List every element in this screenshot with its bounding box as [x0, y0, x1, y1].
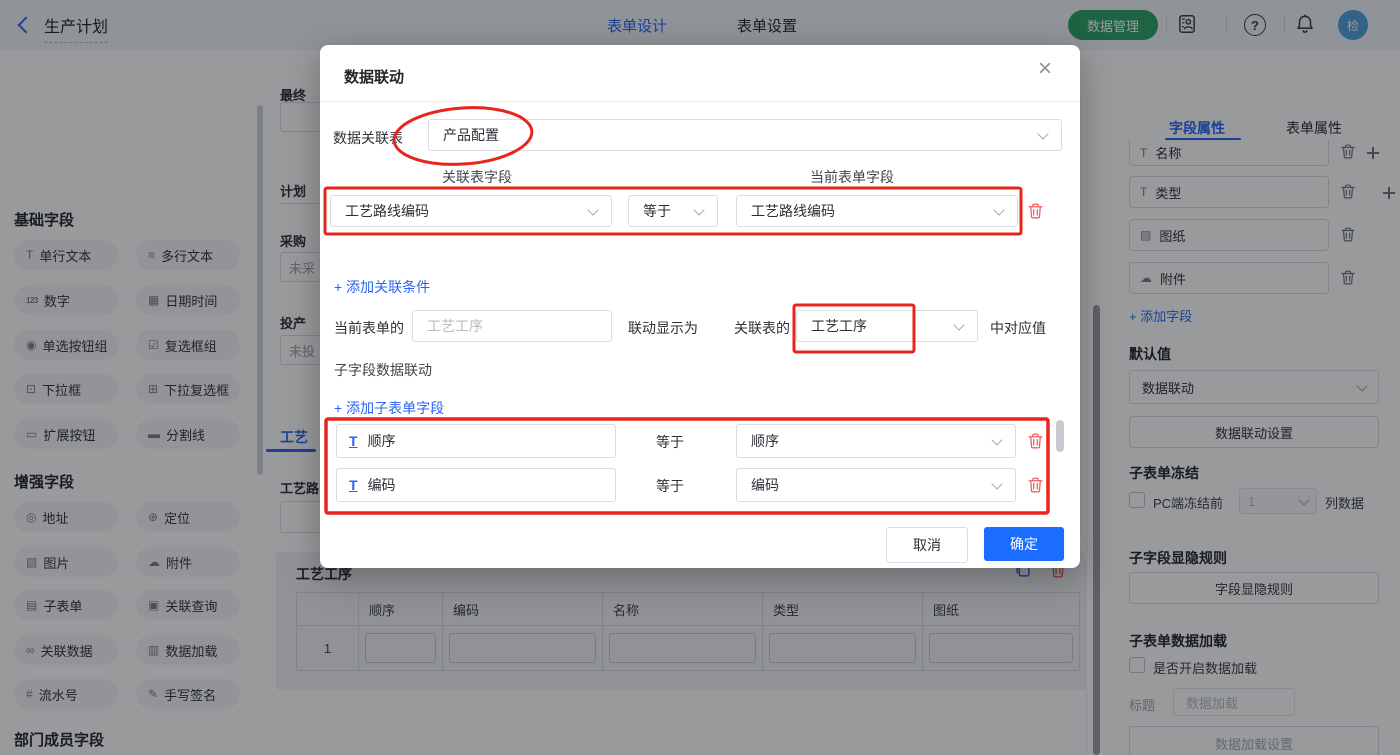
subfield-operator: 等于	[656, 478, 684, 494]
chevron-down-icon	[693, 203, 705, 216]
current-form-field-input[interactable]: 工艺工序	[412, 310, 612, 342]
close-icon[interactable]: ×	[1038, 57, 1052, 81]
subfield-row-field[interactable]: T 编码	[336, 468, 616, 502]
condition-right-select[interactable]: 工艺路线编码	[736, 195, 1018, 227]
modal-scrollbar[interactable]	[1056, 420, 1064, 452]
chevron-down-icon	[953, 318, 965, 331]
subfield-rows-container: T 顺序 等于 顺序 T 编码 等于 编码	[320, 418, 1060, 513]
trash-icon[interactable]	[1028, 433, 1043, 454]
corresponding-value-label: 中对应值	[990, 320, 1046, 336]
subfield-operator: 等于	[656, 434, 684, 450]
current-form-prefix-label: 当前表单的	[334, 320, 404, 336]
chevron-down-icon	[991, 477, 1003, 490]
add-subfield-link[interactable]: + 添加子表单字段	[334, 398, 444, 418]
single-text-icon: T	[349, 433, 358, 449]
condition-right-value: 工艺路线编码	[751, 203, 835, 219]
relation-table-value: 产品配置	[443, 127, 499, 143]
subfield-select-value: 编码	[751, 477, 779, 493]
chevron-down-icon	[991, 433, 1003, 446]
condition-operator-select[interactable]: 等于	[628, 195, 718, 227]
current-form-field-value: 工艺工序	[427, 318, 483, 334]
subfield-select-value: 顺序	[751, 433, 779, 449]
modal-header-divider	[320, 101, 1080, 102]
related-table-label: 关联表的	[734, 320, 790, 336]
form-designer-app: 生产计划 表单设计 表单设置 数据管理 ? 检 ⊘ 表单外链 ⊠ 后端脚本 ⊟ …	[0, 0, 1400, 755]
add-condition-link[interactable]: + 添加关联条件	[334, 277, 430, 297]
subfield-field-value: 编码	[367, 477, 396, 493]
condition-left-select[interactable]: 工艺路线编码	[330, 195, 612, 227]
subfield-value-select[interactable]: 顺序	[736, 424, 1016, 458]
modal-title: 数据联动	[344, 69, 405, 86]
subfield-section-title: 子字段数据联动	[334, 362, 432, 378]
linkage-display-label: 联动显示为	[628, 320, 698, 336]
cancel-button[interactable]: 取消	[886, 527, 968, 563]
related-field-value: 工艺工序	[811, 318, 867, 334]
subfield-value-select-partial[interactable]	[736, 512, 1016, 513]
related-field-select[interactable]: 工艺工序	[796, 310, 978, 342]
data-linkage-modal: 数据联动 × 数据关联表 产品配置 关联表字段 当前表单字段 工艺路线编码 等于…	[320, 45, 1080, 568]
subfield-field-value: 顺序	[367, 433, 396, 449]
subfield-row-field-partial[interactable]	[336, 512, 616, 513]
relation-table-label: 数据关联表	[333, 130, 403, 146]
chevron-down-icon	[993, 203, 1005, 216]
trash-icon[interactable]	[1028, 477, 1043, 498]
chevron-down-icon	[587, 203, 599, 216]
single-text-icon: T	[349, 477, 358, 493]
column-label-current-field: 当前表单字段	[810, 169, 894, 185]
subfield-value-select[interactable]: 编码	[736, 468, 1016, 502]
trash-icon[interactable]	[1028, 203, 1043, 224]
condition-left-value: 工艺路线编码	[345, 203, 429, 219]
relation-table-select[interactable]: 产品配置	[428, 119, 1062, 151]
chevron-down-icon	[1037, 127, 1049, 140]
confirm-button[interactable]: 确定	[984, 527, 1064, 561]
subfield-row-field[interactable]: T 顺序	[336, 424, 616, 458]
column-label-related-field: 关联表字段	[442, 169, 512, 185]
condition-operator-value: 等于	[643, 203, 671, 219]
